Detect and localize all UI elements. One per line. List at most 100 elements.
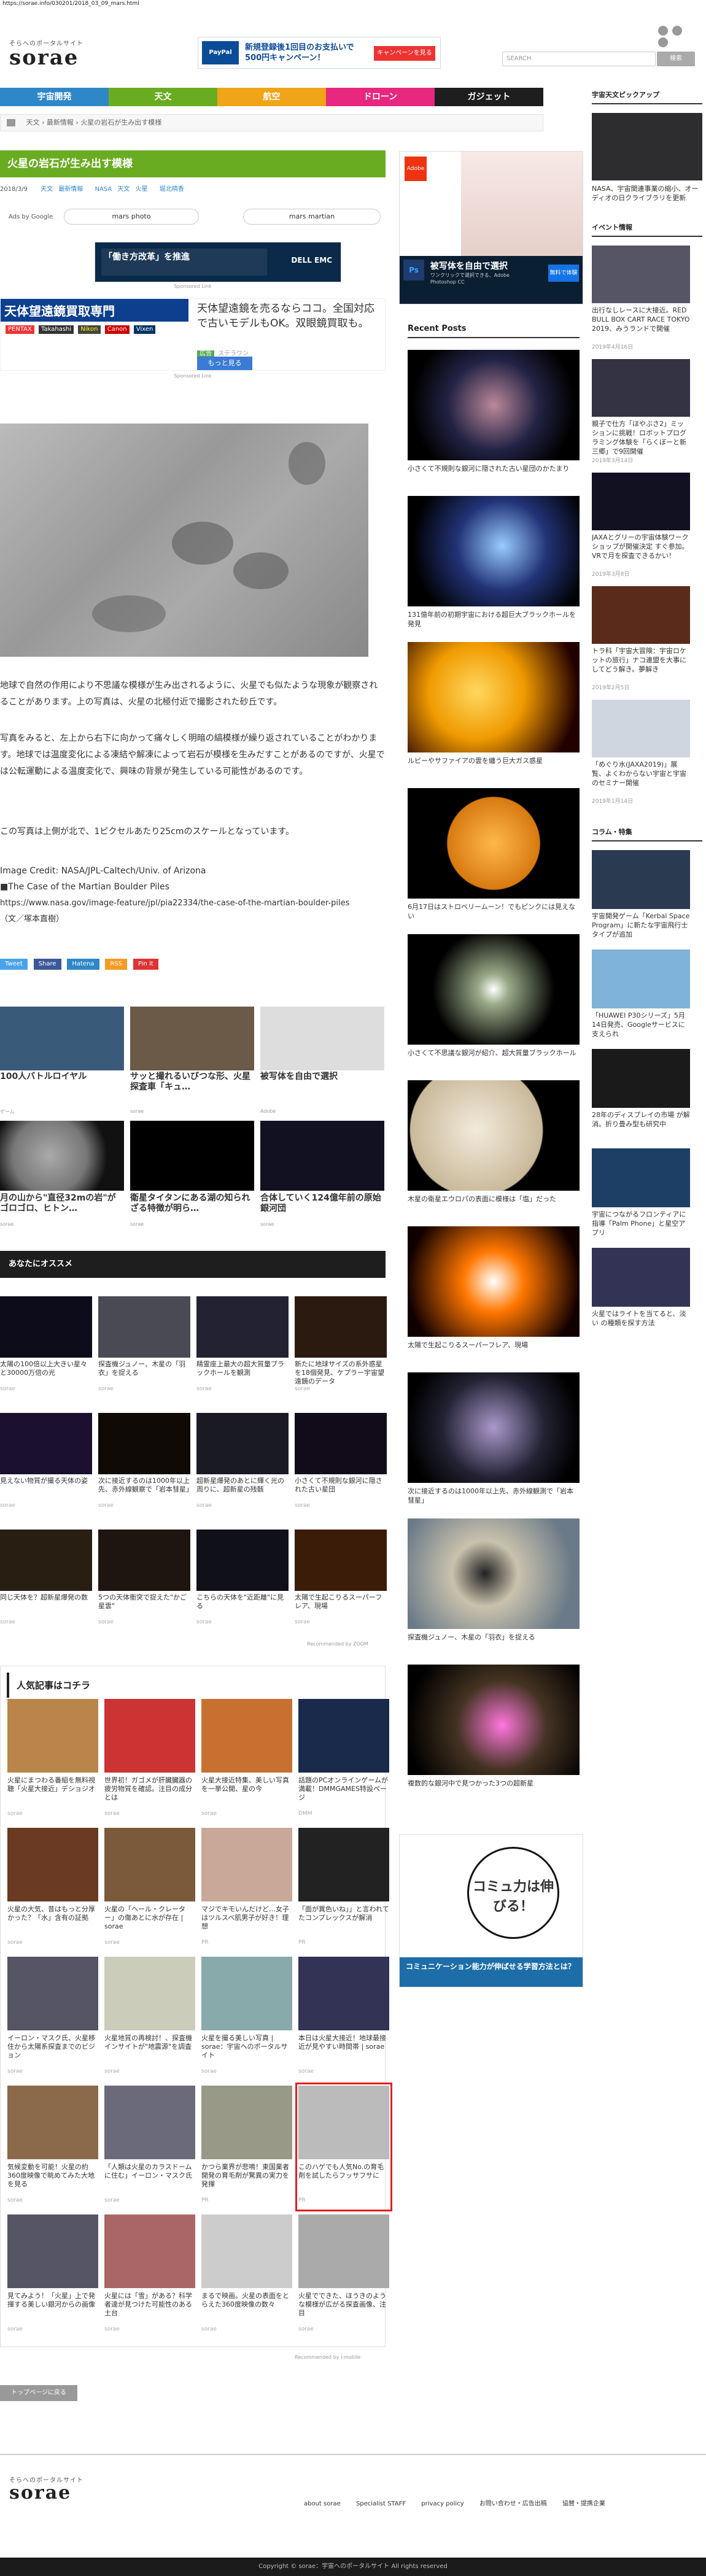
recommend-item[interactable]: 5つの天体衝突で捉えた"かご星雲" sorae <box>98 1530 190 1640</box>
popular-item[interactable]: 気候変動を可能！火星の約360度映像で眺めてみた大地を見る sorae <box>7 2086 98 2208</box>
recommend-item[interactable]: 超新星爆発のあとに輝く光の周りに、超新星の残骸 sorae <box>196 1413 289 1523</box>
recommend-item[interactable]: 精霊座上最大の超大質量ブラックホールを観測 sorae <box>196 1296 289 1407</box>
site-logo[interactable]: sorae <box>9 47 83 68</box>
event-item[interactable]: トラ科「宇宙大冒険：宇宙ロケットの旅行」ナコ連盟を大事にしてどう解き。夢解き 20… <box>592 586 702 691</box>
rss-button[interactable]: RSS <box>105 959 128 970</box>
telescope-ad[interactable]: 天体望遠鏡買取専門 PENTAX Takahashi Nikon Canon V… <box>0 298 386 371</box>
pinit-button[interactable]: Pin it <box>133 959 158 970</box>
column-item[interactable]: 宇宙開発ゲーム「Kerbal Space Program」に新たな宇宙飛行士タイ… <box>592 850 702 941</box>
tag-link[interactable]: 火星 <box>136 186 148 193</box>
facebook-share-button[interactable]: Share <box>33 959 61 970</box>
popular-item[interactable]: 火星を撮る美しい写真 | sorae：宇宙へのポータルサイト sorae <box>201 1957 292 2079</box>
url-bar[interactable]: https://sorae.info/030201/2018_03_09_mar… <box>0 0 706 9</box>
promo-title[interactable]: 月の山から"直径32mの岩"がゴロゴロ、ヒトン… <box>0 1193 124 1214</box>
nav-astronomy[interactable]: 天文 <box>109 88 217 106</box>
hatena-button[interactable]: Hatena <box>67 959 99 970</box>
recent-post[interactable]: 131億年前の初期宇宙における超巨大ブラックホールを発見 <box>408 496 580 636</box>
pickup-caption[interactable]: NASA、宇宙関連事業の縮小、オーディオの日クライブラリを更新 <box>592 184 702 203</box>
home-icon[interactable] <box>7 119 15 126</box>
dell-ad-banner[interactable]: 「働き方改革」を推進 DELL EMC <box>95 242 341 282</box>
tweet-button[interactable]: Tweet <box>0 959 28 970</box>
tag-link[interactable]: NASA <box>95 186 112 193</box>
pickup-thumb[interactable] <box>592 113 702 180</box>
promo-thumb[interactable] <box>130 1007 254 1070</box>
popular-item[interactable]: 火星でできた、ほうきのような模様が広がる探査画像、注目 sorae <box>298 2214 389 2337</box>
back-to-top-button[interactable]: トップページに戻る <box>0 2385 77 2401</box>
recommend-item[interactable]: 同じ天体を？超新星爆発の数 sorae <box>0 1530 92 1640</box>
footer-link[interactable]: privacy policy <box>421 2501 464 2507</box>
event-item[interactable]: JAXAとグリーの宇宙体験ワークショップが開催決定 すぐ参加。VRで月を探査でき… <box>592 473 702 578</box>
recent-post[interactable]: 複数的な銀河中で見つかった3つの超新星 <box>408 1665 580 1804</box>
recommend-item[interactable]: 探査機ジュノー、木星の「羽衣」を捉える sorae <box>98 1296 190 1407</box>
popular-item[interactable]: 世界初！ガゴメが肝臓臓器の疲労物質を確認。注目の成分とは sorae <box>104 1699 195 1822</box>
popular-item[interactable]: このハゲでも人気No.の育毛剤を試したらフッサフサに PR <box>295 2083 392 2211</box>
recommend-item[interactable]: 次に接近するのは1000年以上先、赤外線観察で「岩本彗星」 sorae <box>98 1413 190 1523</box>
promo-thumb[interactable] <box>260 1121 384 1191</box>
recommend-item[interactable]: 太陽の100倍以上大きい星々と30000万倍の光 sorae <box>0 1296 92 1407</box>
promo-title[interactable]: 衛星タイタンにある湖の知られざる特徴が明ら… <box>130 1193 254 1214</box>
ad2-cta[interactable]: もっと見る <box>197 357 252 370</box>
event-item[interactable]: 「めぐり水(JAXA2019)」展覧、よくわからない宇宙と宇宙のセミナー開催 20… <box>592 700 702 805</box>
tag-link[interactable]: 天文 <box>117 186 130 193</box>
recent-post[interactable]: 探査機ジュノー、木星の「羽衣」を捉える <box>408 1518 580 1658</box>
recent-post[interactable]: 小さくて不規則な銀河に隠された古い星団のかたまり <box>408 350 580 490</box>
twitter-icon[interactable] <box>672 26 682 36</box>
popular-item[interactable]: 火星大接近特集、美しい写真を一挙公開、星の今 sorae <box>201 1699 292 1822</box>
header-ad-cta[interactable]: キャンペーンを見る <box>374 46 435 61</box>
popular-item[interactable]: 「人類は火星のカラスドームに住む」イーロン・マスク氏 sorae <box>104 2086 195 2208</box>
ad-pill[interactable]: mars photo <box>64 209 199 225</box>
source-url[interactable]: https://www.nasa.gov/image-feature/jpl/p… <box>0 895 386 911</box>
event-item[interactable]: 出行なしレースに大接近。RED BULL BOX CART RACE TOKYO… <box>592 246 702 350</box>
search-button[interactable]: 検索 <box>657 52 695 66</box>
footer-logo-block[interactable]: そらへのポータルサイト sorae <box>9 2475 83 2502</box>
promo-title[interactable]: サッと撮れるいびつな形、火星探査車「キュ… <box>130 1072 254 1093</box>
footer-link[interactable]: about sorae <box>304 2501 341 2507</box>
popular-item[interactable]: 火星の大気、昔はもっと分厚かった？「水」含有の証拠 sorae <box>7 1828 98 1951</box>
column-item[interactable]: 火星ではライトを当てると、淡い の種類を探す方法 <box>592 1248 702 1339</box>
breadcrumb-item[interactable]: 最新情報 <box>47 118 74 126</box>
column-item[interactable]: 「HUAWEI P30シリーズ」5月14日発売、Googleサービスに支えられ <box>592 950 702 1040</box>
site-logo-block[interactable]: そらへのポータルサイト sorae <box>9 38 83 68</box>
promo-title[interactable]: 合体していく124億年前の原始銀河団 <box>260 1193 384 1214</box>
ad2-title[interactable]: 天体望遠鏡を売るならココ。全国対応で古いモデルもOK。双眼鏡買取も。 <box>197 301 381 331</box>
footer-link[interactable]: お問い合わせ・広告出稿 <box>479 2501 547 2507</box>
recent-post[interactable]: 次に接近するのは1000年以上先、赤外線観測で「岩本彗星」 <box>408 1372 580 1512</box>
popular-item[interactable]: 火星には「雪」がある？科学者達が見つけた可能性のある土台 sorae <box>104 2214 195 2337</box>
popular-item[interactable]: まるで映画。火星の表面をとらえた360度映像の数々 sorae <box>201 2214 292 2337</box>
promo-thumb[interactable] <box>0 1007 124 1070</box>
popular-provider[interactable]: i-mobile <box>341 2354 360 2360</box>
popular-item[interactable]: 火星地質の再検討！、探査機インサイトが"地震源"を調査 sorae <box>104 1957 195 2079</box>
popular-item[interactable]: かつら業界が悲鳴！東国業者開発の育毛剤が驚異の実力を発揮 PR <box>201 2086 292 2208</box>
rss-icon[interactable] <box>658 26 668 36</box>
recent-post[interactable]: 木星の衛星エウロパの表面に模様は「塩」だった <box>408 1080 580 1220</box>
recent-post[interactable]: 太陽で生起こりるスーパーフレア、現場 <box>408 1226 580 1366</box>
column-item[interactable]: 宇宙につながるフロンティアに指導「Palm Phone」と星空アプリ <box>592 1148 702 1239</box>
author-link[interactable]: 堀北晴香 <box>160 186 184 193</box>
popular-item[interactable]: 火星にまつわる番組を無料視聴「火星大接近」デショジオ sorae <box>7 1699 98 1822</box>
nav-aviation[interactable]: 航空 <box>217 88 326 106</box>
facebook-icon[interactable] <box>658 37 668 47</box>
nav-space-dev[interactable]: 宇宙開発 <box>0 88 109 106</box>
tag-link[interactable]: 天文 <box>41 186 53 193</box>
recent-post[interactable]: 6月17日はストロベリームーン！でもピンクには見えない <box>408 788 580 928</box>
recommend-item[interactable]: 小さくて不規則な銀河に隠された古い星団 sorae <box>295 1413 387 1523</box>
footer-logo[interactable]: sorae <box>9 2484 83 2502</box>
sidebar-adobe-ad[interactable]: Adobe Ps 被写体を自由で選択 ワンクリックで選択できる、Adobe Ph… <box>399 151 583 304</box>
header-ad-banner[interactable]: PayPal 新規登録後1回目のお支払いで500円キャンペーン！ キャンペーンを… <box>198 37 441 69</box>
popular-item[interactable]: 見てみよう！「火星」上で発揮する美しい銀河からの画像 sorae <box>7 2214 98 2337</box>
search-input[interactable]: SEARCH <box>502 52 656 66</box>
recommend-item[interactable]: 新たに地球サイズの系外惑星を18個発見、ケプラー宇宙望遠鏡のデータ sorae <box>295 1296 387 1407</box>
recent-post[interactable]: ルビーやサファイアの雲を纏う巨大ガス惑星 <box>408 642 580 782</box>
promo-title[interactable]: 被写体を自由で選択 <box>260 1072 384 1082</box>
popular-item[interactable]: 本日は火星大接近！地球最接近が見やすい時間帯 | sorae sorae <box>298 1957 389 2079</box>
event-item[interactable]: 親子で仕方「ほやぶさ2」ミッションに挑戦！ロボットプログラミング体験を「らくぼー… <box>592 359 702 464</box>
footer-link[interactable]: Specialist STAFF <box>356 2501 406 2507</box>
footer-link[interactable]: 協賛・提携企業 <box>562 2501 605 2507</box>
recommend-item[interactable]: 太陽で生起こりるスーパーフレア、現場 sorae <box>295 1530 387 1640</box>
tag-link[interactable]: 最新情報 <box>58 186 83 193</box>
breadcrumb-item[interactable]: 天文 <box>26 118 40 126</box>
promo-thumb[interactable] <box>0 1121 124 1191</box>
recent-post[interactable]: 小さくて不思議な銀河が紹介、超大質量ブラックホール <box>408 934 580 1074</box>
recommend-item[interactable]: こちらの天体を"近距離"に見る sorae <box>196 1530 289 1640</box>
promo-thumb[interactable] <box>260 1007 384 1070</box>
